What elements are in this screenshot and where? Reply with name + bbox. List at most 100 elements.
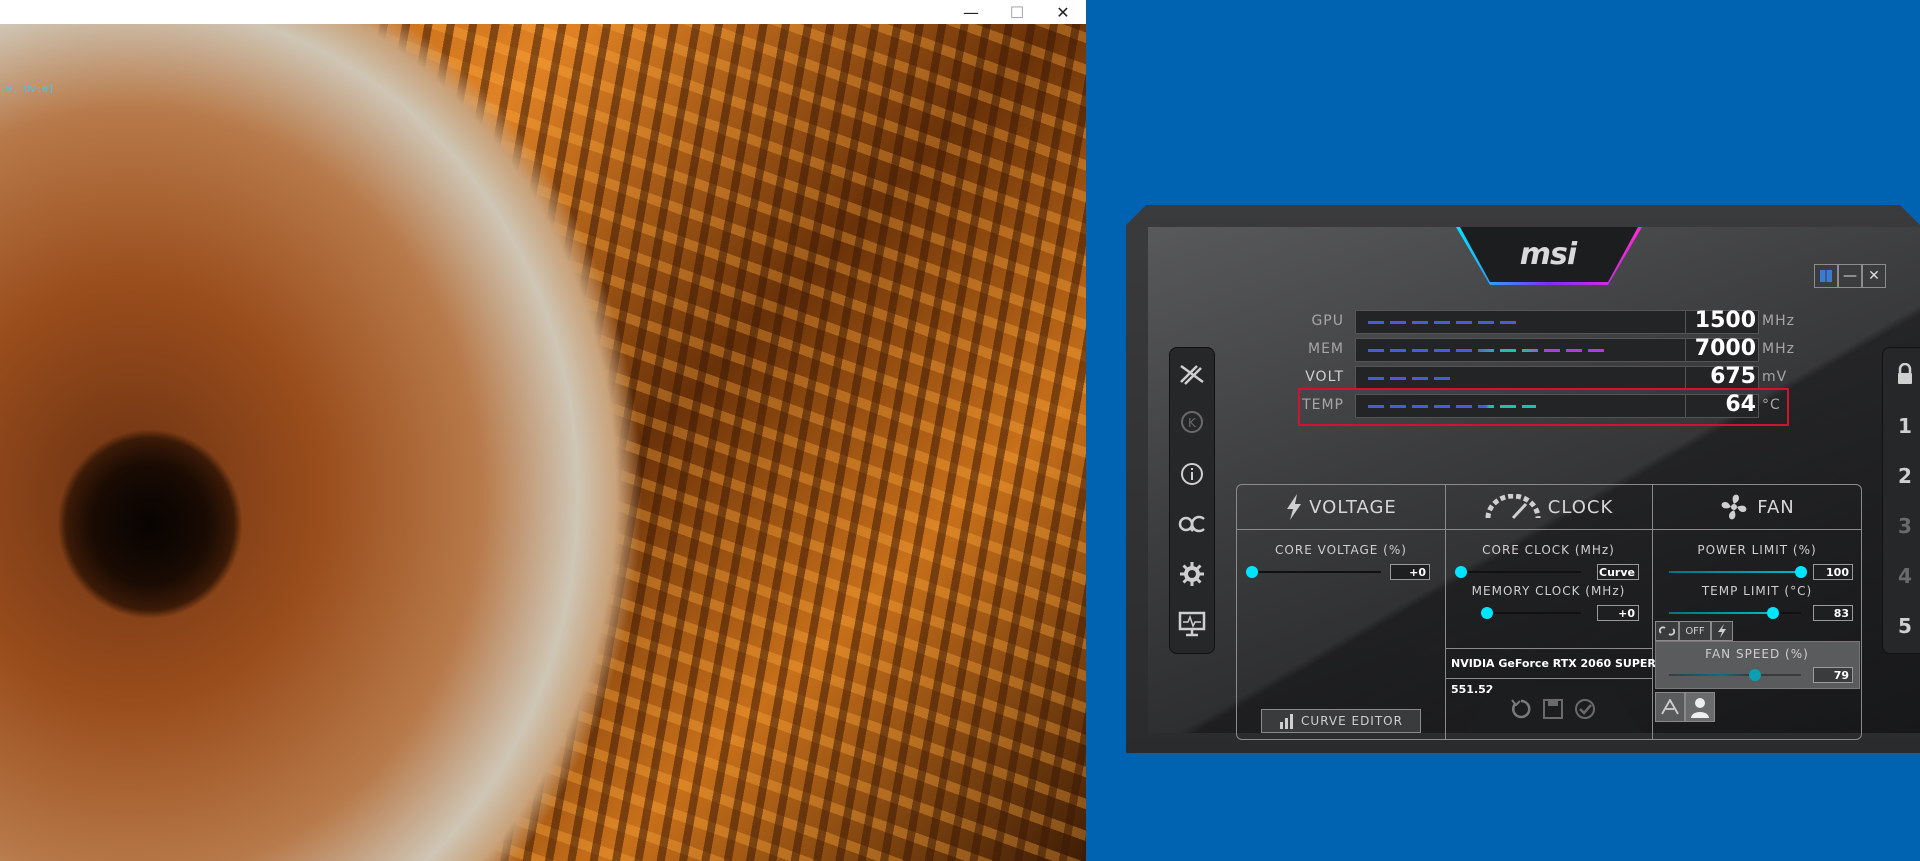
wallpaper-image (0, 24, 1086, 861)
minimize-icon: — (963, 2, 979, 22)
mem-value: 7000 (1694, 336, 1756, 361)
memory-clock-slider-knob[interactable] (1481, 607, 1493, 619)
fan-user-button[interactable] (1685, 692, 1715, 722)
temp-limit-slider-track[interactable] (1669, 612, 1801, 614)
mem-unit: MHz (1762, 341, 1795, 357)
temp-value: 64 (1725, 392, 1756, 417)
left-sidebar: K (1169, 347, 1215, 654)
volt-bar-track (1355, 366, 1687, 390)
profiles-sidebar: 1 2 3 4 5 (1882, 347, 1920, 654)
speedometer-icon (1485, 494, 1541, 520)
close-icon: ✕ (1868, 268, 1880, 284)
temp-limit-label: TEMP LIMIT (°C) (1701, 584, 1813, 598)
link-icon (1659, 626, 1675, 636)
power-limit-slider-track[interactable] (1669, 571, 1801, 573)
curve-editor-button[interactable]: CURVE EDITOR (1261, 709, 1421, 733)
temp-bar-track (1355, 394, 1687, 418)
maximize-button[interactable]: ☐ (994, 0, 1040, 24)
core-clock-slider-track[interactable] (1461, 571, 1581, 573)
volt-value-box: 675 (1685, 364, 1759, 390)
windows-icon (1820, 270, 1832, 282)
close-button[interactable]: ✕ (1040, 0, 1086, 24)
minimize-button[interactable]: — (1838, 264, 1862, 288)
user-icon (1691, 698, 1709, 718)
clock-title: CLOCK (1547, 496, 1614, 518)
power-limit-slider-knob[interactable] (1795, 566, 1807, 578)
core-clock-slider-knob[interactable] (1455, 566, 1467, 578)
gpu-value-box: 1500 (1685, 308, 1759, 334)
fan-icon (1721, 494, 1747, 520)
bars-icon (1280, 714, 1294, 729)
header-line (1445, 529, 1652, 530)
oc-scanner-icon[interactable] (1170, 502, 1214, 546)
svg-text:K: K (1188, 416, 1197, 430)
afterburner-icon[interactable] (1170, 352, 1214, 396)
volt-label: VOLT (1305, 369, 1344, 385)
save-icon[interactable] (1542, 698, 1564, 726)
temp-label: TEMP (1302, 397, 1344, 413)
main-panel: msi — ✕ K 1 2 3 4 5 GPU 1500 MHz MEM 700… (1148, 227, 1920, 740)
core-clock-label: CORE CLOCK (MHz) (1482, 543, 1615, 557)
close-button[interactable]: ✕ (1862, 264, 1886, 288)
profile-5-button[interactable]: 5 (1883, 604, 1920, 648)
bottom-action-tab (1464, 685, 1642, 733)
windows-button[interactable] (1814, 264, 1838, 288)
close-icon: ✕ (1056, 2, 1070, 22)
gpu-unit: MHz (1762, 313, 1795, 329)
info-icon[interactable] (1170, 452, 1214, 496)
info-line (1445, 648, 1652, 649)
temp-value-box: 64 (1685, 392, 1759, 418)
auto-icon (1661, 699, 1679, 715)
mem-label: MEM (1307, 341, 1344, 357)
msi-afterburner-window: msi — ✕ K 1 2 3 4 5 GPU 1500 MHz MEM 700… (1126, 205, 1920, 753)
core-voltage-slider-knob[interactable] (1246, 566, 1258, 578)
profile-lock-button[interactable] (1883, 352, 1920, 396)
temp-limit-value[interactable]: 83 (1813, 605, 1853, 621)
volt-unit: mV (1762, 369, 1788, 385)
voltage-title: VOLTAGE (1309, 496, 1397, 518)
core-voltage-label: CORE VOLTAGE (%) (1275, 543, 1407, 557)
profile-3-button[interactable]: 3 (1883, 504, 1920, 548)
msi-logo: msi (1519, 237, 1577, 272)
reset-icon[interactable] (1510, 698, 1532, 726)
mem-bar-track (1355, 338, 1687, 362)
gpu-name: NVIDIA GeForce RTX 2060 SUPER (1451, 657, 1656, 670)
gpu-bar-track (1355, 310, 1687, 334)
fan-speed-slider-track[interactable] (1669, 674, 1801, 676)
power-limit-value[interactable]: 100 (1813, 564, 1853, 580)
boost-button[interactable] (1711, 621, 1733, 641)
memory-clock-label: MEMORY CLOCK (MHz) (1471, 584, 1626, 598)
link-button[interactable] (1655, 621, 1679, 641)
settings-icon[interactable] (1170, 552, 1214, 596)
apply-icon[interactable] (1574, 698, 1596, 726)
driver-version: 551.52 (1451, 683, 1494, 696)
fan-speed-value[interactable]: 79 (1813, 667, 1853, 683)
memory-clock-slider-track[interactable] (1487, 612, 1581, 614)
media-window: — ☐ ✕ :0, OV:0] (0, 0, 1086, 861)
minimize-button[interactable]: — (948, 0, 994, 24)
monitor-icon[interactable] (1170, 602, 1214, 646)
profile-2-button[interactable]: 2 (1883, 454, 1920, 498)
volt-bar (1368, 377, 1454, 380)
core-clock-value[interactable]: Curve (1597, 564, 1639, 580)
window-titlebar: — ☐ ✕ (0, 0, 1086, 24)
profile-1-button[interactable]: 1 (1883, 404, 1920, 448)
fan-header: FAN (1653, 485, 1861, 529)
profile-4-button[interactable]: 4 (1883, 554, 1920, 598)
temp-limit-slider-knob[interactable] (1767, 607, 1779, 619)
temp-bar (1368, 405, 1536, 408)
core-voltage-value[interactable]: +0 (1390, 564, 1430, 580)
temp-unit: °C (1762, 397, 1781, 413)
core-voltage-slider-track[interactable] (1251, 571, 1381, 573)
header-line (1237, 529, 1445, 530)
link-off-toggle[interactable]: OFF (1679, 621, 1711, 641)
minimize-icon: — (1843, 268, 1857, 284)
fan-speed-slider-knob[interactable] (1749, 669, 1761, 681)
memory-clock-value[interactable]: +0 (1597, 605, 1639, 621)
info-line (1445, 678, 1652, 679)
k-boost-icon[interactable]: K (1170, 400, 1214, 444)
fan-auto-button[interactable] (1655, 692, 1685, 722)
gpu-bar (1368, 321, 1521, 324)
mem-value-box: 7000 (1685, 336, 1759, 362)
header-line (1653, 529, 1861, 530)
